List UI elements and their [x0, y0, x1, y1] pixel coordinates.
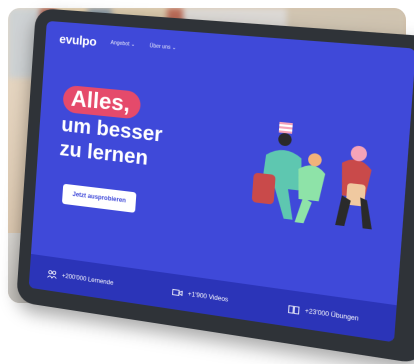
nav-item-angebot[interactable]: Angebot ⌄: [110, 40, 135, 48]
stat-videos: +1'900 Videos: [172, 287, 229, 304]
brand-logo[interactable]: evulpo: [59, 32, 97, 49]
hat-shape: [278, 121, 293, 134]
students-icon: [47, 269, 57, 279]
hero-section: Alles, um besser zu lernen: [59, 84, 165, 172]
stat-exercises: +23'000 Übungen: [288, 304, 359, 324]
top-nav: evulpo Angebot ⌄ Über uns ⌄: [59, 32, 177, 56]
nav-item-ueber-uns[interactable]: Über uns ⌄: [149, 43, 176, 51]
stat-students: +200'000 Lernende: [47, 269, 114, 288]
book-icon: [288, 304, 300, 315]
video-camera-icon: [172, 287, 183, 298]
stat-exercises-text: +23'000 Übungen: [304, 308, 359, 323]
stat-videos-text: +1'900 Videos: [187, 291, 229, 304]
stat-students-text: +200'000 Lernende: [61, 272, 114, 287]
learners-illustration: [251, 121, 375, 230]
try-now-button[interactable]: Jetzt ausprobieren: [61, 183, 137, 213]
tablet-screen: evulpo Angebot ⌄ Über uns ⌄ Alles, um be…: [28, 20, 414, 343]
